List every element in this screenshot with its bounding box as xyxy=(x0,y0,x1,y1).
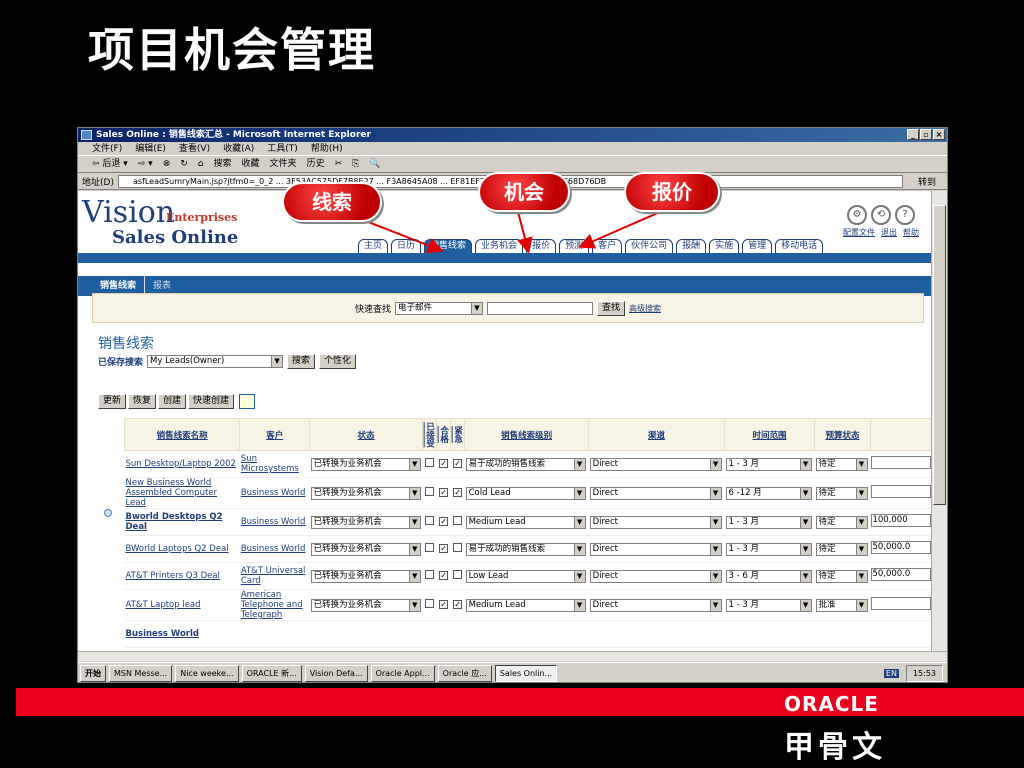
callout-opportunities: 机会 xyxy=(478,172,570,212)
callout-leads: 线索 xyxy=(282,182,382,222)
arrow-to-leads xyxy=(357,217,444,254)
callout-arrows xyxy=(357,211,661,254)
callout-quotes: 报价 xyxy=(624,172,720,212)
oracle-logo: ORACLE xyxy=(784,692,879,716)
arrow-to-quotes xyxy=(578,211,661,249)
arrow-to-opportunities xyxy=(517,211,533,254)
oracle-chinese-logo: 甲骨文 xyxy=(784,730,886,765)
